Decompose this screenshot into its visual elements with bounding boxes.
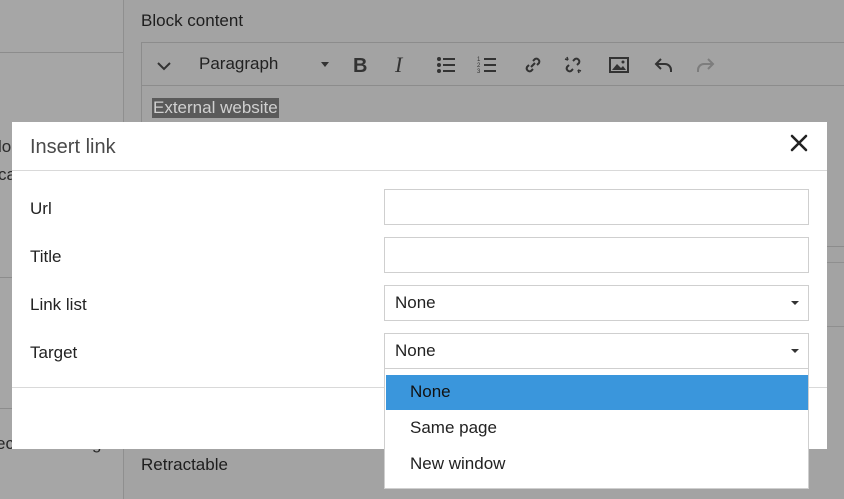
close-icon[interactable] — [789, 133, 809, 153]
caret-down-icon — [791, 301, 799, 305]
target-value: None — [395, 341, 436, 360]
selected-editor-text: External website — [152, 98, 279, 118]
target-option-none[interactable]: None — [386, 375, 808, 410]
svg-text:I: I — [394, 53, 404, 77]
title-input[interactable] — [384, 237, 809, 273]
block-format-select[interactable]: Paragraph — [199, 54, 329, 74]
block-format-value: Paragraph — [199, 54, 279, 73]
url-label: Url — [30, 199, 52, 218]
caret-down-icon — [791, 349, 799, 353]
title-label: Title — [30, 247, 62, 266]
link-list-label: Link list — [30, 295, 87, 314]
target-options-list: None Same page New window — [384, 369, 809, 489]
svg-text:B: B — [353, 55, 367, 77]
link-icon[interactable] — [521, 53, 545, 77]
undo-icon[interactable] — [652, 53, 676, 77]
unlink-icon[interactable] — [561, 53, 585, 77]
link-list-select[interactable]: None — [384, 285, 809, 321]
retractable-label: Retractable — [141, 455, 228, 474]
italic-icon[interactable]: I — [389, 52, 413, 77]
truncated-label: lo — [0, 137, 12, 156]
url-input[interactable] — [384, 189, 809, 225]
caret-down-icon — [321, 62, 329, 67]
target-option-same-page[interactable]: Same page — [386, 411, 808, 446]
divider — [0, 52, 123, 53]
target-select[interactable]: None — [384, 333, 809, 369]
bold-icon[interactable]: B — [348, 53, 372, 77]
svg-text:3: 3 — [477, 69, 481, 75]
editor-toolbar: Paragraph B I 123 — [142, 43, 844, 85]
image-icon[interactable] — [607, 53, 631, 77]
redo-icon — [693, 53, 717, 77]
dialog-title: Insert link — [30, 136, 116, 158]
chevron-down-icon[interactable] — [152, 53, 176, 77]
dialog-header: Insert link — [12, 122, 827, 171]
block-content-heading: Block content — [141, 11, 244, 30]
target-option-new-window[interactable]: New window — [386, 447, 808, 482]
target-label: Target — [30, 343, 78, 362]
bullet-list-icon[interactable] — [434, 53, 458, 77]
link-list-value: None — [395, 293, 436, 312]
numbered-list-icon[interactable]: 123 — [475, 53, 499, 77]
